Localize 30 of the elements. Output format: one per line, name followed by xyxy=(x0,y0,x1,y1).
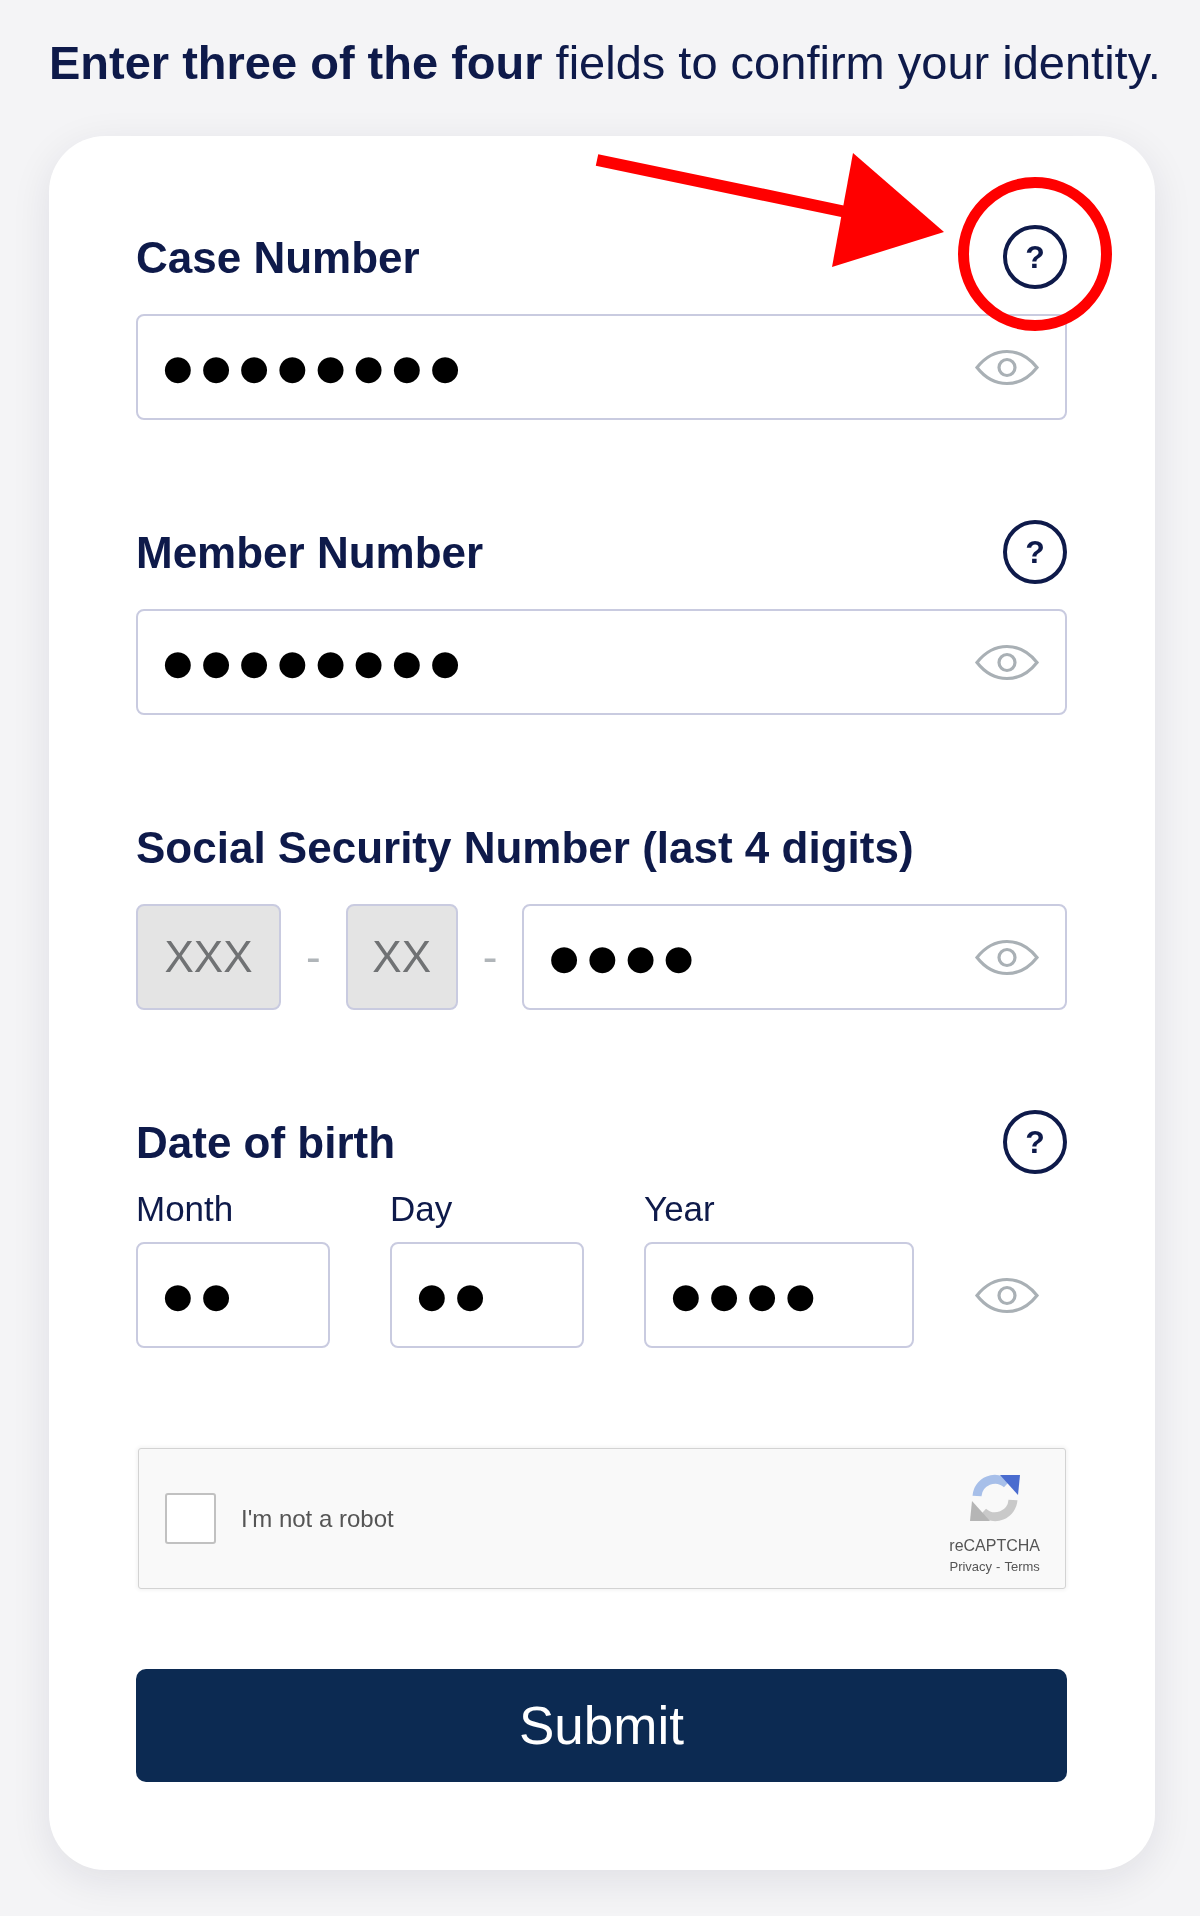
masked-input-field[interactable]: ●●●●●●●● xyxy=(136,609,1067,715)
date-part-label: Month xyxy=(136,1188,235,1230)
help-button[interactable]: ? xyxy=(1003,225,1067,289)
masked-input-field[interactable]: ●● xyxy=(390,1242,584,1348)
brand-label: reCAPTCHA xyxy=(949,1536,1040,1556)
help-button[interactable]: ? xyxy=(1003,1110,1067,1174)
link-separator: - xyxy=(996,1559,1001,1574)
eye-icon[interactable] xyxy=(974,1276,1040,1314)
date-part-label: Year xyxy=(644,1188,716,1230)
eye-icon[interactable] xyxy=(974,643,1040,681)
field-label: Date of birth xyxy=(136,1116,396,1169)
checkbox[interactable] xyxy=(165,1493,216,1544)
dash-separator: - xyxy=(306,935,321,979)
checkbox-label: I'm not a robot xyxy=(241,1503,394,1534)
masked-input-field[interactable]: ●●●● xyxy=(522,904,1067,1010)
footer-link[interactable]: Privacy xyxy=(949,1559,993,1574)
field-label: Member Number xyxy=(136,526,484,579)
eye-icon[interactable] xyxy=(974,348,1040,386)
masked-input-field[interactable]: ●●●●●●●● xyxy=(136,314,1067,420)
masked-input-field[interactable]: ●●●● xyxy=(644,1242,914,1348)
footer-link[interactable]: Terms xyxy=(1004,1559,1040,1574)
help-button[interactable]: ? xyxy=(1003,520,1067,584)
submit-button[interactable]: Submit xyxy=(136,1669,1067,1782)
date-part-label: Day xyxy=(390,1188,454,1230)
instruction-text: Enter three of the four fields to confirm your identity. xyxy=(49,35,1160,90)
field-label: Case Number xyxy=(136,231,420,284)
eye-icon[interactable] xyxy=(974,938,1040,976)
field-label: Social Security Number (last 4 digits) xyxy=(136,821,914,874)
masked-input-field[interactable]: ●● xyxy=(136,1242,330,1348)
dash-separator: - xyxy=(482,935,498,979)
